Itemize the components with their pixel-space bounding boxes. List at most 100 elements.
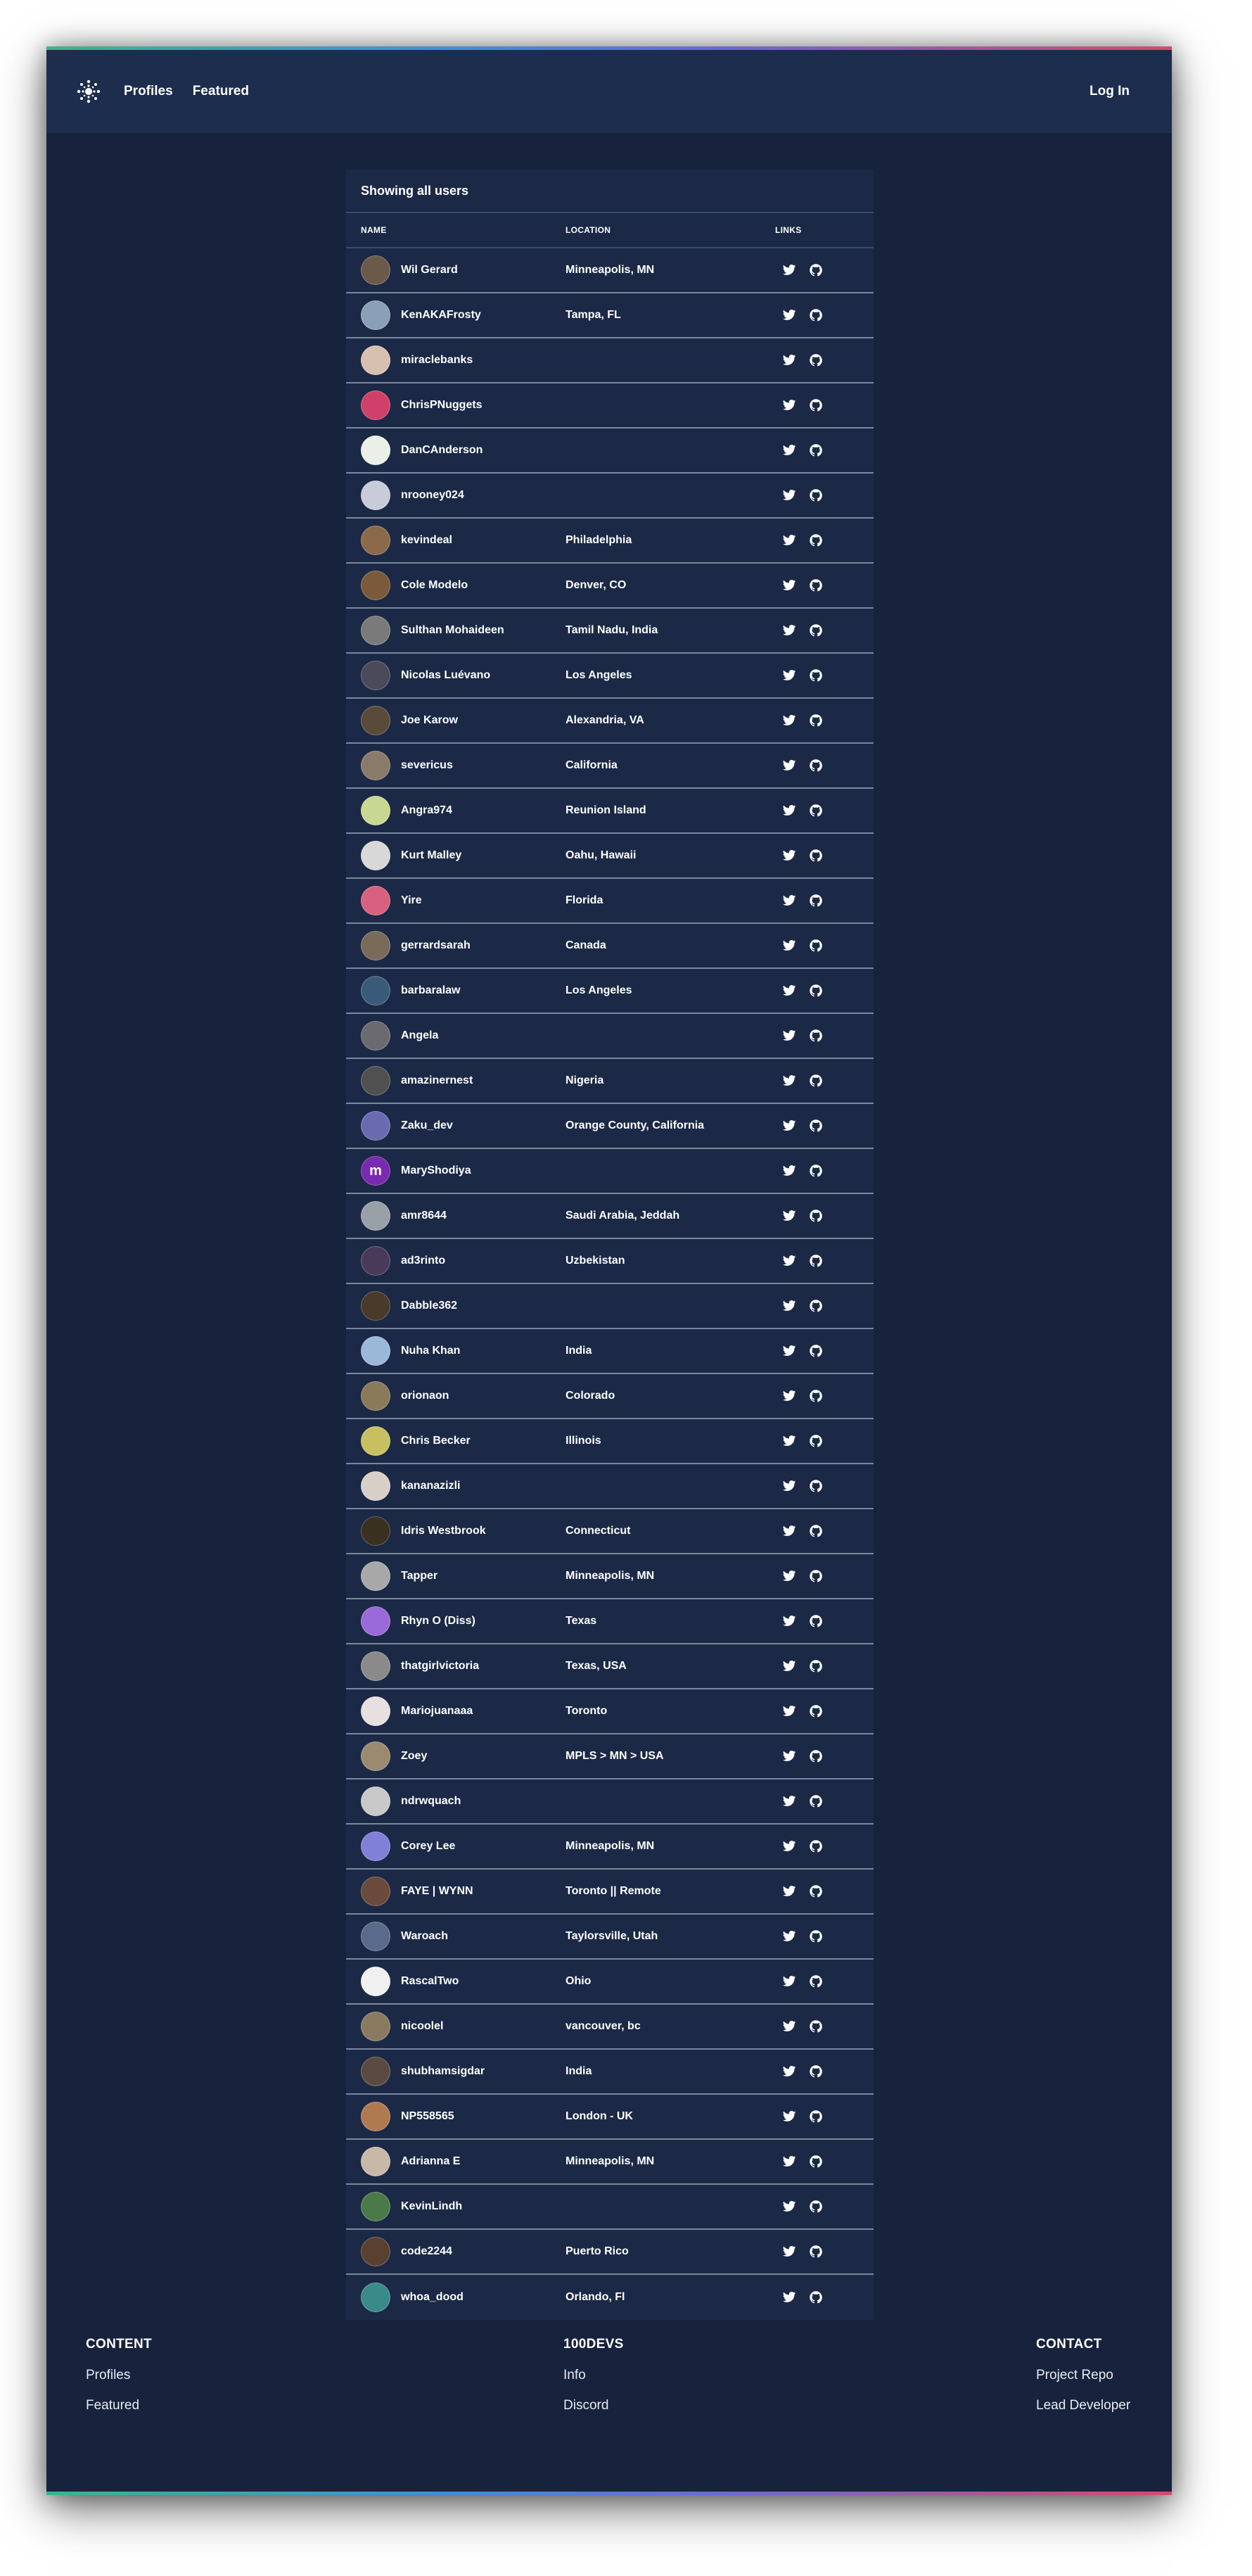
table-row[interactable]: DanCAnderson: [346, 429, 874, 474]
avatar[interactable]: [361, 1787, 390, 1816]
nav-link-profiles[interactable]: Profiles: [124, 84, 173, 99]
user-name[interactable]: Zoey: [401, 1750, 427, 1763]
twitter-icon[interactable]: [782, 1659, 796, 1673]
twitter-icon[interactable]: [782, 1524, 796, 1538]
twitter-icon[interactable]: [782, 398, 796, 412]
avatar[interactable]: [361, 2237, 390, 2266]
twitter-icon[interactable]: [782, 984, 796, 998]
footer-link-lead-developer[interactable]: Lead Developer: [1036, 2398, 1130, 2413]
github-icon[interactable]: [809, 2064, 823, 2079]
user-name[interactable]: amr8644: [401, 1210, 447, 1222]
table-row[interactable]: FAYE | WYNN Toronto || Remote: [346, 1870, 874, 1915]
github-icon[interactable]: [809, 1479, 823, 1493]
table-row[interactable]: Sulthan Mohaideen Tamil Nadu, India: [346, 609, 874, 654]
user-name[interactable]: Angela: [401, 1029, 438, 1042]
twitter-icon[interactable]: [782, 2064, 796, 2079]
avatar[interactable]: [361, 2192, 390, 2221]
avatar[interactable]: [361, 1651, 390, 1681]
user-name[interactable]: Yire: [401, 894, 422, 907]
avatar[interactable]: [361, 1246, 390, 1276]
user-name[interactable]: Wil Gerard: [401, 264, 458, 277]
user-name[interactable]: Corey Lee: [401, 1840, 455, 1853]
avatar[interactable]: [361, 1741, 390, 1771]
footer-link-project-repo[interactable]: Project Repo: [1036, 2368, 1130, 2383]
github-icon[interactable]: [809, 488, 823, 502]
avatar[interactable]: [361, 1561, 390, 1591]
github-icon[interactable]: [809, 353, 823, 367]
user-name[interactable]: Chris Becker: [401, 1435, 471, 1447]
avatar[interactable]: [361, 616, 390, 645]
user-name[interactable]: Idris Westbrook: [401, 1525, 486, 1537]
user-name[interactable]: Rhyn O (Diss): [401, 1615, 475, 1628]
avatar[interactable]: [361, 1336, 390, 1366]
twitter-icon[interactable]: [782, 1614, 796, 1628]
avatar[interactable]: [361, 2012, 390, 2041]
avatar[interactable]: [361, 391, 390, 420]
twitter-icon[interactable]: [782, 1434, 796, 1448]
twitter-icon[interactable]: [782, 1479, 796, 1493]
avatar[interactable]: [361, 436, 390, 465]
github-icon[interactable]: [809, 308, 823, 322]
github-icon[interactable]: [809, 1074, 823, 1088]
user-name[interactable]: Nicolas Luévano: [401, 669, 490, 682]
user-name[interactable]: Cole Modelo: [401, 579, 468, 592]
github-icon[interactable]: [809, 398, 823, 412]
table-row[interactable]: ad3rinto Uzbekistan: [346, 1239, 874, 1284]
github-icon[interactable]: [809, 894, 823, 908]
table-row[interactable]: shubhamsigdar India: [346, 2050, 874, 2095]
twitter-icon[interactable]: [782, 2019, 796, 2033]
twitter-icon[interactable]: [782, 668, 796, 683]
avatar[interactable]: [361, 1606, 390, 1636]
avatar[interactable]: [361, 1832, 390, 1861]
twitter-icon[interactable]: [782, 308, 796, 322]
github-icon[interactable]: [809, 2109, 823, 2124]
user-name[interactable]: amazinernest: [401, 1074, 473, 1087]
twitter-icon[interactable]: [782, 1389, 796, 1403]
twitter-icon[interactable]: [782, 263, 796, 277]
login-link[interactable]: Log In: [1090, 84, 1130, 99]
footer-link-profiles[interactable]: Profiles: [86, 2368, 152, 2383]
avatar[interactable]: [361, 751, 390, 780]
avatar[interactable]: [361, 2283, 390, 2312]
twitter-icon[interactable]: [782, 1299, 796, 1313]
twitter-icon[interactable]: [782, 939, 796, 953]
table-row[interactable]: barbaralaw Los Angeles: [346, 969, 874, 1014]
twitter-icon[interactable]: [782, 353, 796, 367]
table-row[interactable]: kananazizli: [346, 1464, 874, 1509]
burst-logo-icon[interactable]: [73, 76, 104, 107]
twitter-icon[interactable]: [782, 804, 796, 818]
avatar[interactable]: m: [361, 1156, 390, 1186]
twitter-icon[interactable]: [782, 2245, 796, 2259]
twitter-icon[interactable]: [782, 1254, 796, 1268]
twitter-icon[interactable]: [782, 894, 796, 908]
github-icon[interactable]: [809, 1704, 823, 1718]
user-name[interactable]: NP558565: [401, 2110, 454, 2123]
github-icon[interactable]: [809, 2290, 823, 2304]
github-icon[interactable]: [809, 1029, 823, 1043]
table-row[interactable]: Wil Gerard Minneapolis, MN: [346, 248, 874, 293]
github-icon[interactable]: [809, 443, 823, 457]
user-name[interactable]: Angra974: [401, 804, 452, 817]
avatar[interactable]: [361, 1922, 390, 1951]
twitter-icon[interactable]: [782, 1344, 796, 1358]
table-row[interactable]: Yire Florida: [346, 879, 874, 924]
avatar[interactable]: [361, 1471, 390, 1501]
avatar[interactable]: [361, 1021, 390, 1051]
user-name[interactable]: kevindeal: [401, 534, 452, 547]
github-icon[interactable]: [809, 2245, 823, 2259]
user-name[interactable]: nrooney024: [401, 489, 464, 502]
twitter-icon[interactable]: [782, 1209, 796, 1223]
github-icon[interactable]: [809, 1569, 823, 1583]
table-row[interactable]: nrooney024: [346, 474, 874, 519]
twitter-icon[interactable]: [782, 2109, 796, 2124]
github-icon[interactable]: [809, 2155, 823, 2169]
avatar[interactable]: [361, 345, 390, 375]
github-icon[interactable]: [809, 1209, 823, 1223]
twitter-icon[interactable]: [782, 533, 796, 547]
avatar[interactable]: [361, 571, 390, 600]
avatar[interactable]: [361, 1201, 390, 1231]
user-name[interactable]: nicoolel: [401, 2020, 443, 2033]
github-icon[interactable]: [809, 2019, 823, 2033]
github-icon[interactable]: [809, 804, 823, 818]
github-icon[interactable]: [809, 1254, 823, 1268]
